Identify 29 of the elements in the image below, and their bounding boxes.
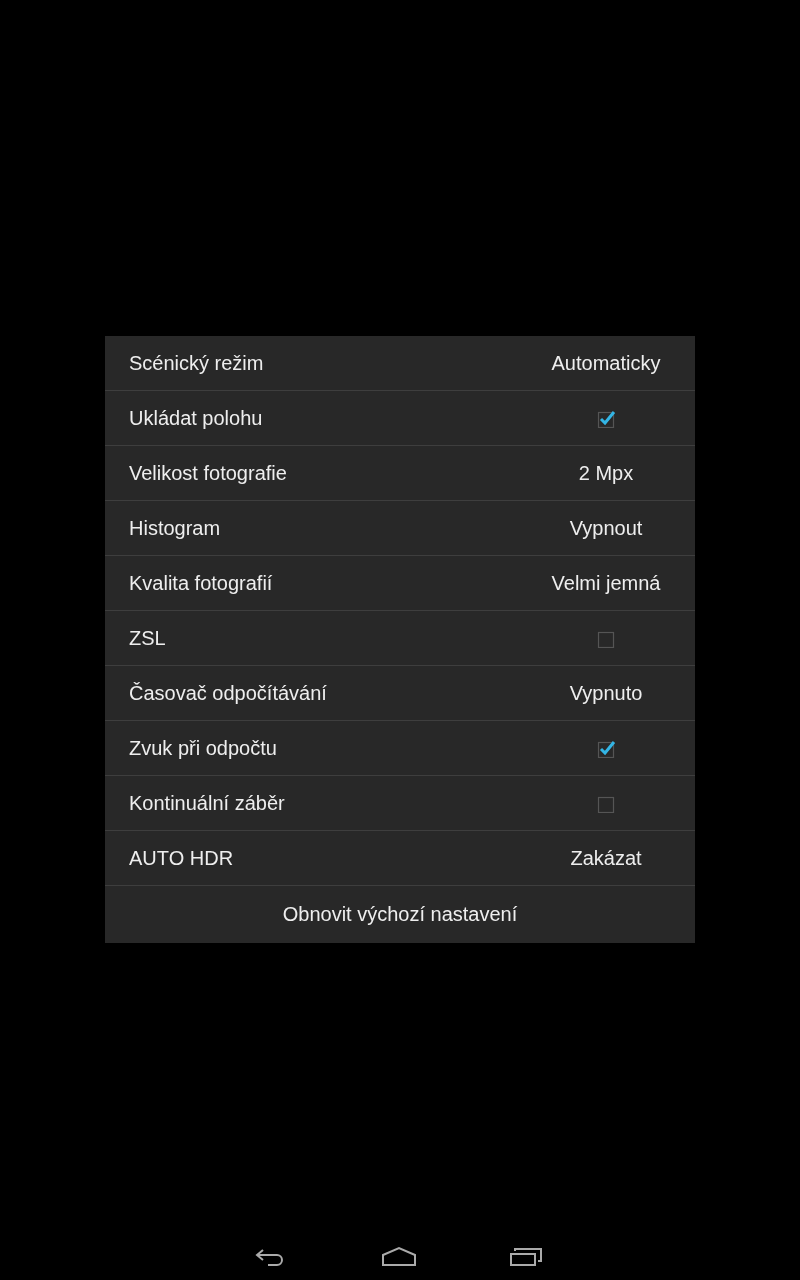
checked-checkbox[interactable] — [596, 408, 616, 428]
setting-row[interactable]: Časovač odpočítávání Vypnuto — [105, 666, 695, 721]
setting-label: Časovač odpočítávání — [129, 681, 328, 705]
setting-value: Vypnuto — [569, 681, 643, 705]
setting-row[interactable]: Velikost fotografie 2 Mpx — [105, 446, 695, 501]
setting-label: Velikost fotografie — [129, 461, 288, 485]
setting-row[interactable]: Zvuk při odpočtu — [105, 721, 695, 776]
setting-label: AUTO HDR — [129, 846, 235, 870]
setting-value: 2 Mpx — [578, 461, 634, 485]
setting-label: Zvuk při odpočtu — [129, 736, 278, 760]
checked-checkbox[interactable] — [596, 738, 616, 758]
setting-row[interactable]: Kontinuální záběr — [105, 776, 695, 831]
setting-label: ZSL — [129, 626, 167, 650]
setting-label: Histogram — [129, 516, 222, 540]
setting-label: Kvalita fotografií — [129, 571, 274, 595]
setting-label: Kontinuální záběr — [129, 791, 286, 815]
setting-row[interactable]: Kvalita fotografií Velmi jemná — [105, 556, 695, 611]
setting-label: Scénický režim — [129, 351, 265, 375]
setting-label: Ukládat polohu — [129, 406, 264, 430]
setting-value: Automaticky — [551, 351, 661, 375]
setting-row[interactable]: Histogram Vypnout — [105, 501, 695, 556]
setting-value: Zakázat — [570, 846, 642, 870]
setting-row[interactable]: Scénický režim Automaticky — [105, 336, 695, 391]
setting-value: Vypnout — [569, 516, 643, 540]
setting-value: Velmi jemná — [551, 571, 661, 595]
setting-row[interactable]: ZSL — [105, 611, 695, 666]
recents-icon[interactable] — [509, 1245, 545, 1267]
setting-row[interactable]: Ukládat polohu — [105, 391, 695, 446]
home-icon[interactable] — [381, 1245, 417, 1267]
